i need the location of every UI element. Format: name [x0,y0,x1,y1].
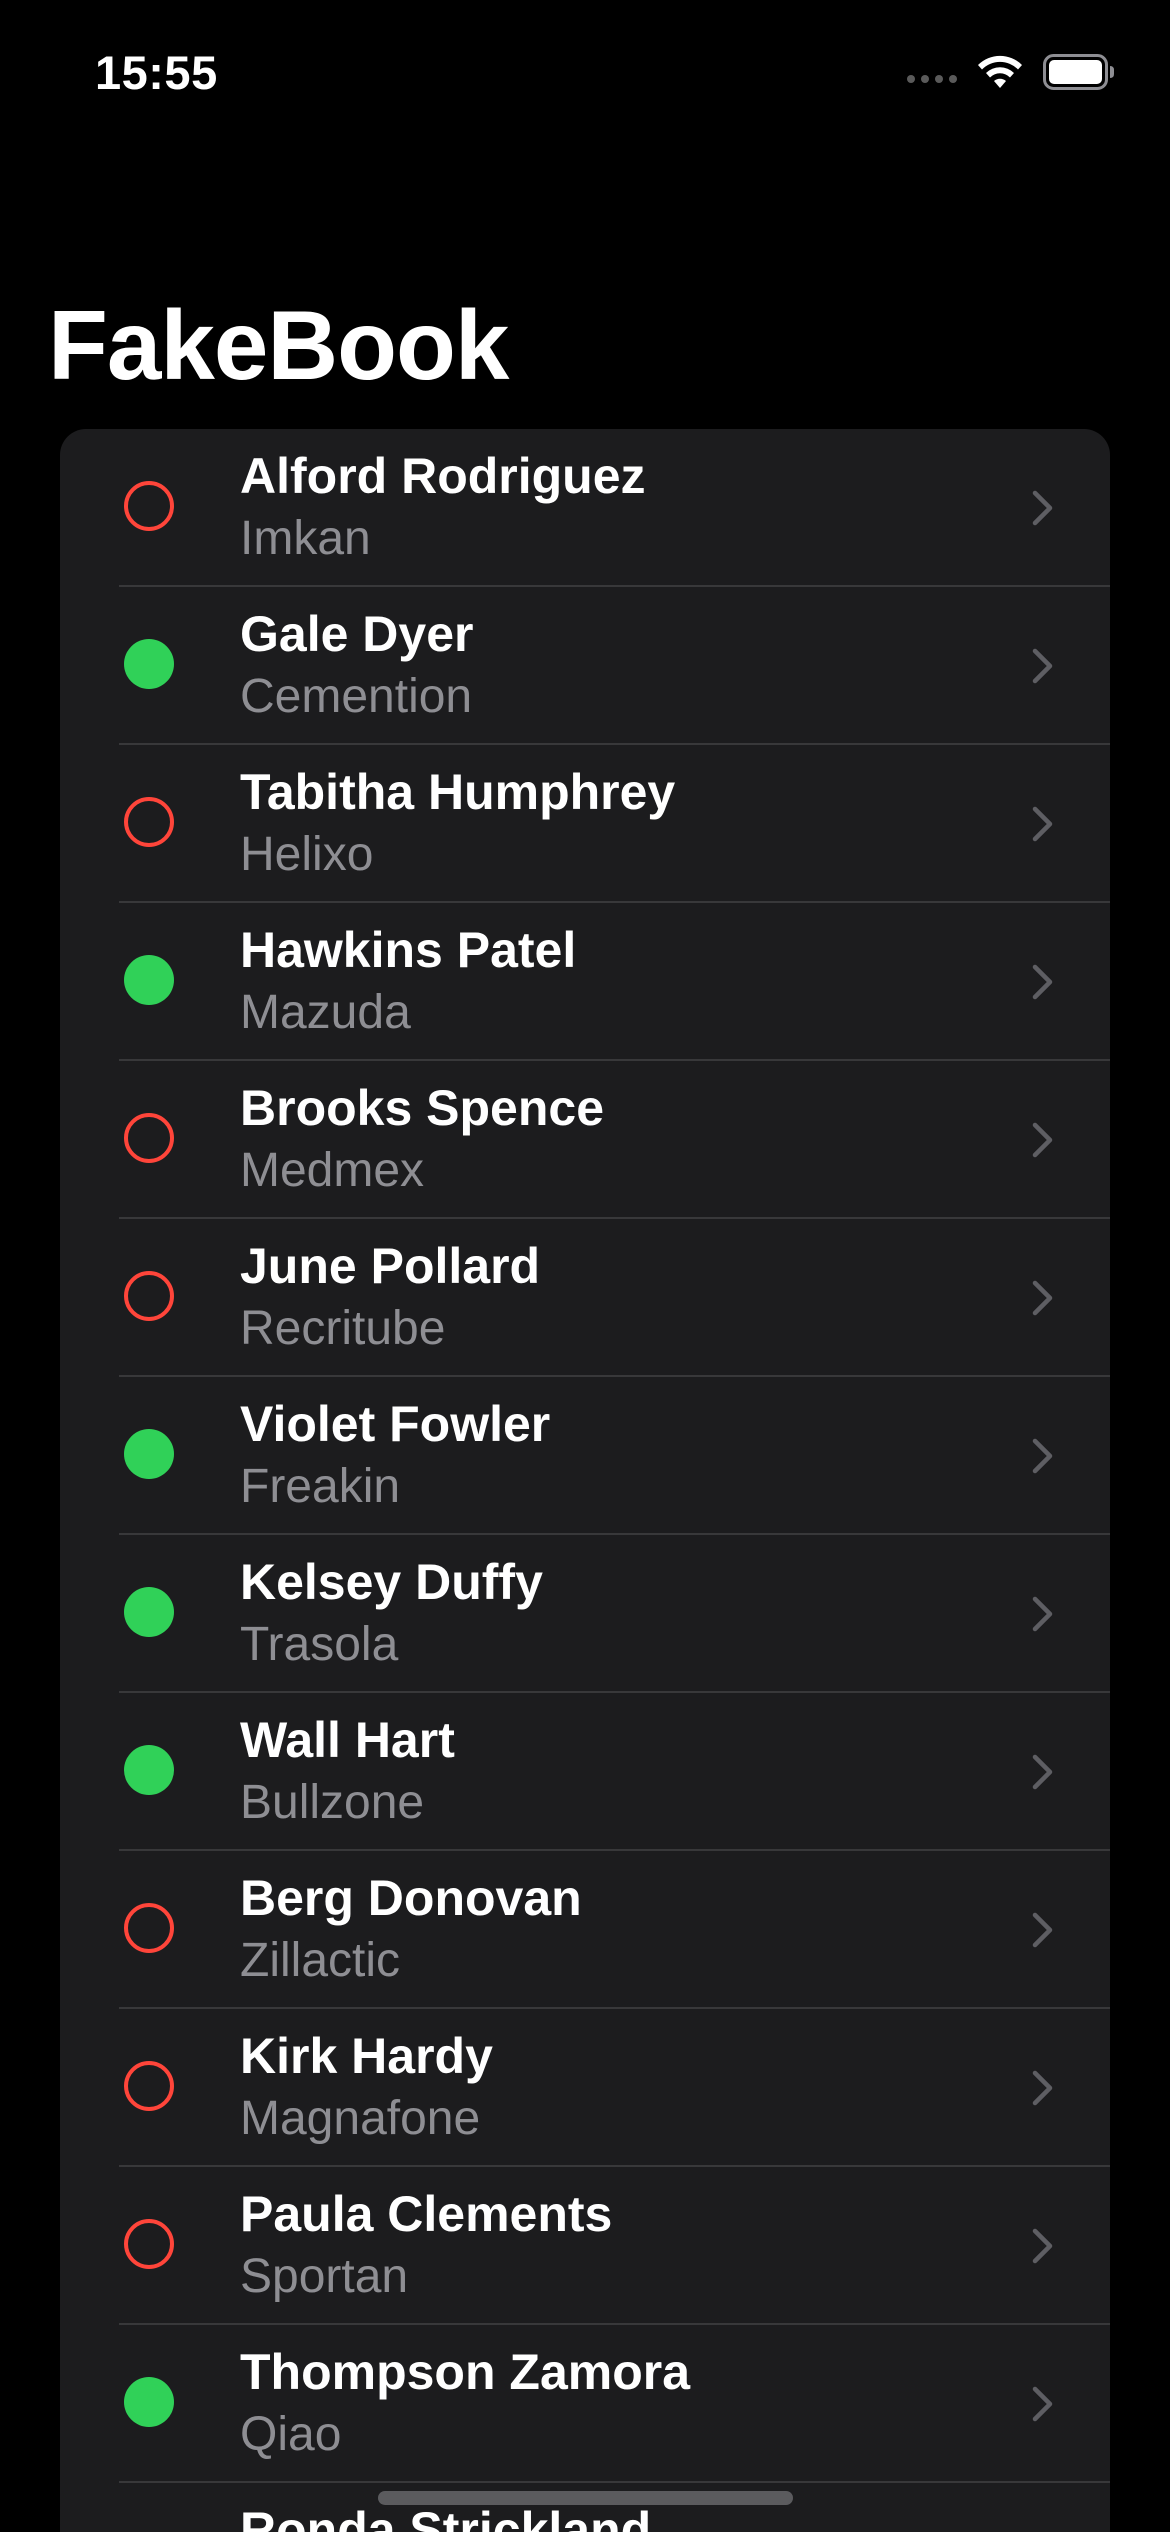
offline-status-icon [124,2061,174,2111]
list-item[interactable]: Thompson Zamora Qiao [60,2325,1110,2483]
contact-company: Magnafone [240,2092,481,2145]
contact-company: Recritube [240,1302,446,1355]
contact-company: Imkan [240,512,371,565]
chevron-right-icon [1032,964,1053,1000]
contact-name: Berg Donovan [240,1870,582,1926]
list-item[interactable]: Berg Donovan Zillactic [60,1851,1110,2009]
page-title: FakeBook [48,290,509,400]
list-item[interactable]: Tabitha Humphrey Helixo [60,745,1110,903]
chevron-right-icon [1032,2228,1053,2264]
chevron-right-icon [1032,490,1053,526]
contact-company: Bullzone [240,1776,425,1829]
chevron-right-icon [1032,1280,1053,1316]
contact-company: Helixo [240,828,374,881]
contact-company: Qiao [240,2408,342,2461]
list-item[interactable]: Wall Hart Bullzone [60,1693,1110,1851]
contact-name: Tabitha Humphrey [240,764,676,820]
online-status-icon [124,1745,174,1795]
chevron-right-icon [1032,806,1053,842]
list-item[interactable]: Kirk Hardy Magnafone [60,2009,1110,2167]
list-item[interactable]: Hawkins Patel Mazuda [60,903,1110,1061]
contact-company: Mazuda [240,986,411,1039]
contact-name: Brooks Spence [240,1080,605,1136]
offline-status-icon [124,1271,174,1321]
list-item[interactable]: June Pollard Recritube [60,1219,1110,1377]
cellular-signal-icon [907,75,957,83]
contact-name: Violet Fowler [240,1396,551,1452]
contact-name: Gale Dyer [240,606,474,662]
online-status-icon [124,1429,174,1479]
offline-status-icon [124,1113,174,1163]
wifi-icon [978,55,1022,88]
offline-status-icon [124,2219,174,2269]
contact-company: Freakin [240,1460,401,1513]
contact-company: Medmex [240,1144,425,1197]
contact-company: Zillactic [240,1934,401,1987]
home-indicator[interactable] [378,2491,793,2505]
contact-name: Wall Hart [240,1712,455,1768]
contact-company: Cemention [240,670,473,723]
status-bar: 15:55 [0,0,1170,150]
contact-company: Sportan [240,2250,409,2303]
status-time: 15:55 [95,46,218,99]
offline-status-icon [124,481,174,531]
chevron-right-icon [1032,1438,1053,1474]
contact-name: Kirk Hardy [240,2028,493,2084]
chevron-right-icon [1032,648,1053,684]
contact-name: Paula Clements [240,2186,613,2242]
chevron-right-icon [1032,2070,1053,2106]
chevron-right-icon [1032,1754,1053,1790]
contact-name: Kelsey Duffy [240,1554,543,1610]
offline-status-icon [124,1903,174,1953]
list-item[interactable]: Gale Dyer Cemention [60,587,1110,745]
contact-name: Ronda Strickland [240,2502,652,2532]
contact-name: June Pollard [240,1238,541,1294]
contact-name: Thompson Zamora [240,2344,691,2400]
list-item[interactable]: Violet Fowler Freakin [60,1377,1110,1535]
online-status-icon [124,955,174,1005]
contact-name: Hawkins Patel [240,922,577,978]
contact-list: Alford Rodriguez Imkan Gale Dyer Cemention T… [60,429,1110,2532]
chevron-right-icon [1032,1122,1053,1158]
offline-status-icon [124,797,174,847]
online-status-icon [124,1587,174,1637]
chevron-right-icon [1032,1596,1053,1632]
list-item[interactable]: Alford Rodriguez Imkan [60,429,1110,587]
chevron-right-icon [1032,2386,1053,2422]
list-item[interactable]: Paula Clements Sportan [60,2167,1110,2325]
contact-name: Alford Rodriguez [240,448,646,504]
chevron-right-icon [1032,1912,1053,1948]
online-status-icon [124,639,174,689]
list-item[interactable]: Kelsey Duffy Trasola [60,1535,1110,1693]
list-item[interactable]: Brooks Spence Medmex [60,1061,1110,1219]
online-status-icon [124,2377,174,2427]
status-icons [907,52,1115,92]
contact-company: Trasola [240,1618,399,1671]
battery-icon [1043,54,1114,90]
